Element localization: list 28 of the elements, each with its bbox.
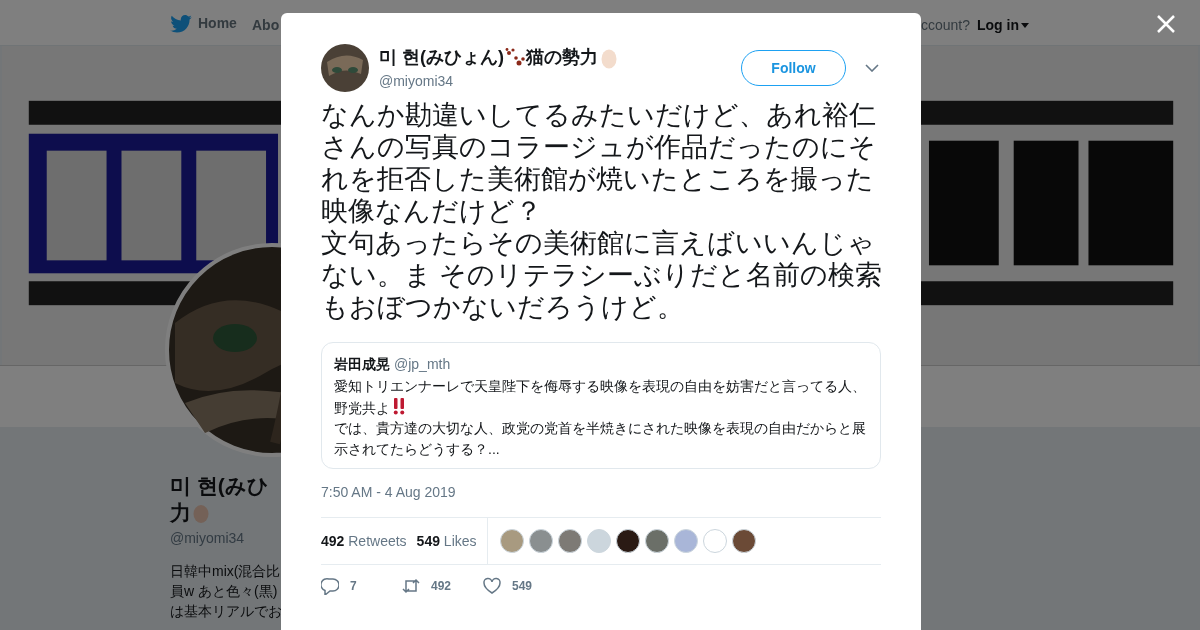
double-exclamation-icon [392, 396, 406, 415]
reply-button[interactable]: 7 [321, 577, 402, 595]
retweet-icon [402, 577, 420, 595]
profile-name: 力 [170, 500, 191, 526]
heart-icon [483, 577, 501, 595]
home-link[interactable]: Home [170, 13, 237, 34]
profile-handle: @miyomi34 [170, 529, 246, 548]
about-link[interactable]: Abo [252, 15, 280, 36]
quoted-text: 愛知トリエンナーレで天皇陛下を侮辱する映像を表現の自由を妨害だと言ってる人、野党共よ では、貴方達の大切な人、政党の党首を半焼きにされた映像を表現の自由だからと展示されてたらどうする？... [334, 377, 867, 459]
timestamp: 7:50 AM - 4 Aug 2019 [321, 483, 457, 502]
retweet-button[interactable]: 492 [402, 577, 483, 595]
close-icon[interactable] [1156, 14, 1176, 34]
profile-name: 미 현(みひ [170, 473, 270, 499]
likes-count[interactable]: 549 Likes [416, 530, 477, 552]
caret-icon [1021, 23, 1029, 28]
user-avatar[interactable] [615, 529, 640, 553]
retweets-count[interactable]: 492 Retweets [321, 530, 407, 552]
bio-text: は基本リアルでお [170, 602, 281, 621]
bio-text: 員w あと色々(黒) [170, 582, 279, 601]
user-avatar[interactable] [731, 529, 756, 553]
login-link[interactable]: Log in [977, 15, 1029, 36]
bird-icon [170, 14, 192, 33]
quoted-tweet[interactable]: 岩田成晃 @jp_mth 愛知トリエンナーレで天皇陛下を侮辱する映像を表現の自由を妨害だと言ってる人、野党共よ では、貴方達の大切な人、政党の党首を半焼きにされた映像を表現の自由だからと展示されてたらどうする？... [321, 342, 881, 469]
like-button[interactable]: 549 [483, 577, 564, 595]
reply-icon [321, 577, 339, 595]
bio-text: 日韓中mix(混合比 [170, 562, 281, 581]
account-text: ccount? [921, 16, 971, 35]
egg-icon [193, 502, 209, 523]
